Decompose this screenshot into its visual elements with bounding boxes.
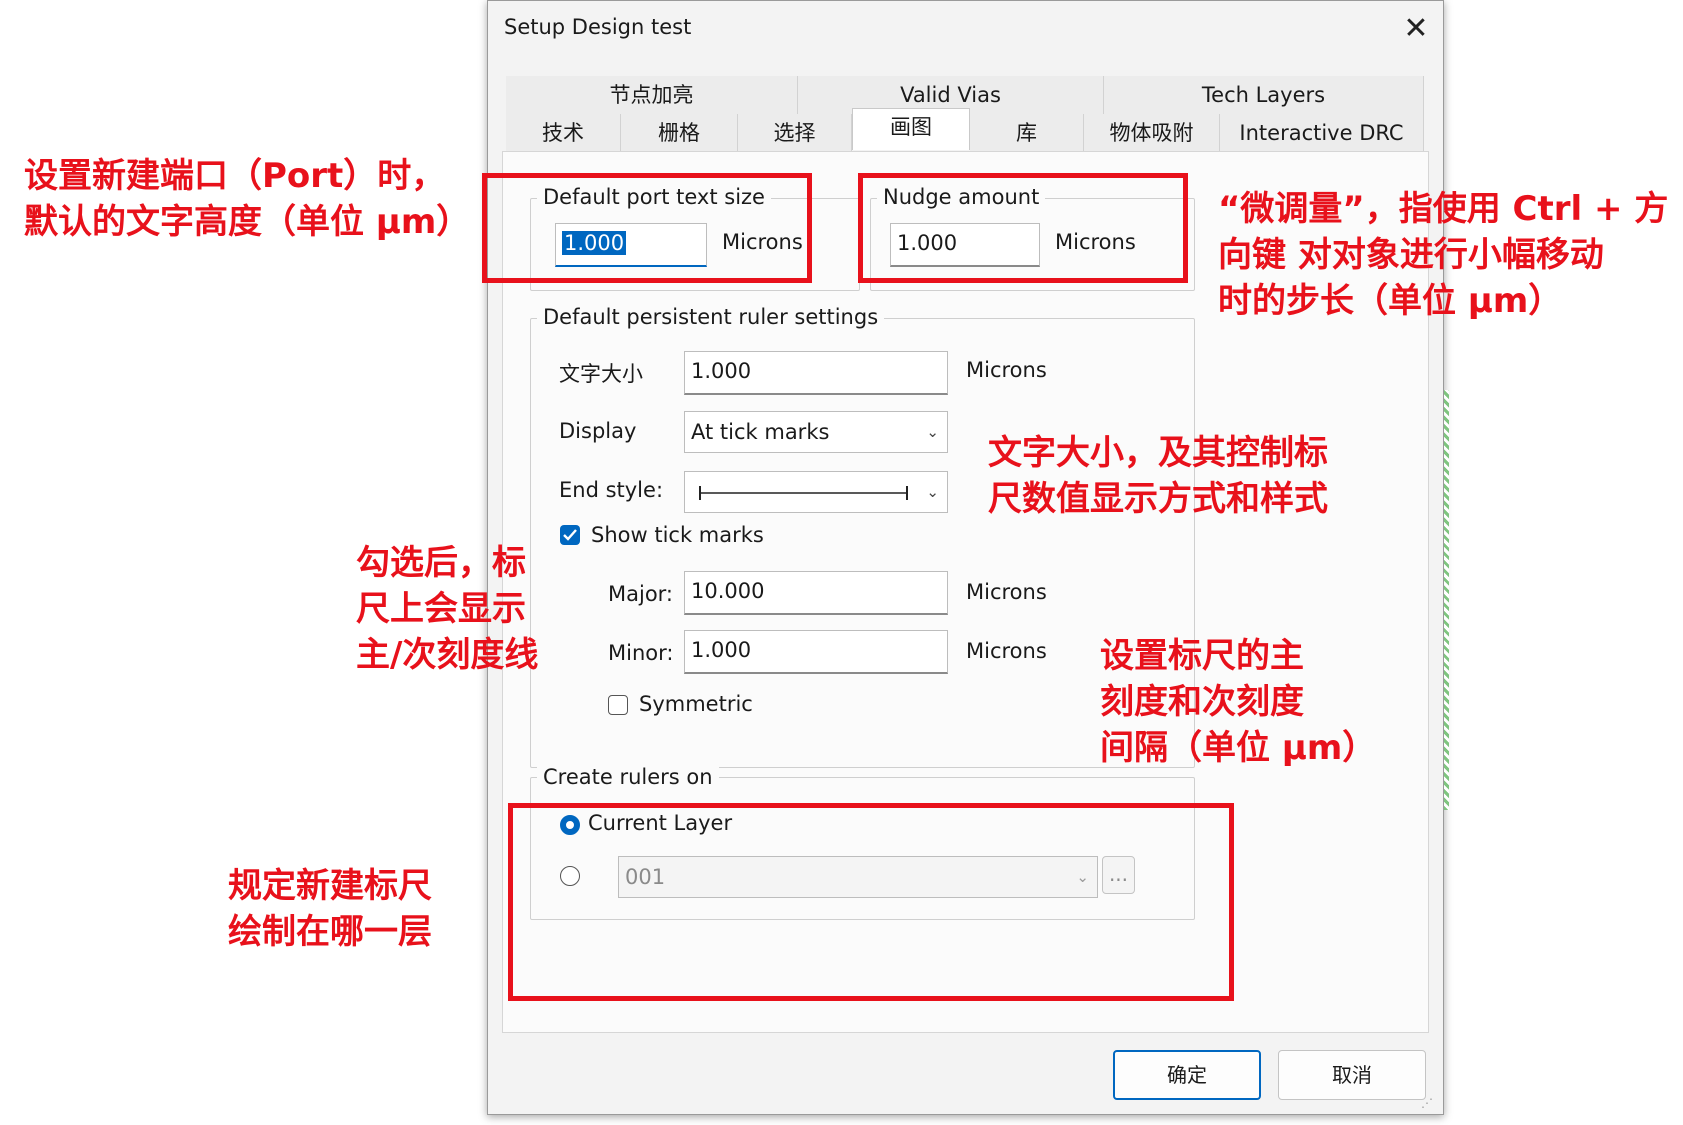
display-select-value: At tick marks [691,420,830,444]
annotation-text-size: 文字大小，及其控制标 尺数值显示方式和样式 [988,430,1328,522]
annotation-line: 刻度和次刻度 [1100,682,1304,722]
tab-row-bottom: 技术 栅格 选择 画图 库 物体吸附 Interactive DRC [506,108,1424,154]
tab-library[interactable]: 库 [970,114,1084,152]
highlight-nudge [858,173,1188,283]
minor-unit: Microns [966,639,1047,663]
tab-selection[interactable]: 选择 [738,114,852,152]
annotation-line: 规定新建标尺 [228,866,432,906]
background-window-edge [1444,390,1449,810]
symmetric-checkbox[interactable] [608,695,628,715]
tab-technology[interactable]: 技术 [506,114,621,152]
symmetric-label: Symmetric [639,692,753,716]
text-size-input[interactable]: 1.000 [684,351,948,395]
tab-drawing[interactable]: 画图 [852,108,970,150]
annotation-layer: 规定新建标尺 绘制在哪一层 [228,863,432,955]
end-style-label: End style: [559,478,664,502]
tab-object-snap[interactable]: 物体吸附 [1084,114,1220,152]
tab-interactive-drc[interactable]: Interactive DRC [1220,114,1424,152]
major-input[interactable]: 10.000 [684,571,948,615]
annotation-line: 绘制在哪一层 [228,912,432,952]
chevron-down-icon: ⌄ [926,483,939,501]
text-size-unit: Microns [966,358,1047,382]
annotation-line: 尺上会显示 [356,589,526,629]
major-label: Major: [608,582,674,606]
annotation-line: 时的步长（单位 μm） [1218,281,1563,321]
ok-button[interactable]: 确定 [1113,1050,1261,1100]
display-select[interactable]: At tick marks ⌄ [684,411,948,453]
tab-grid[interactable]: 栅格 [621,114,738,152]
annotation-line: 设置新建端口（Port）时， [24,156,446,196]
chevron-down-icon: ⌄ [926,423,939,441]
annotation-spacing: 设置标尺的主 刻度和次刻度 间隔（单位 μm） [1100,633,1376,771]
ruler-settings-label: Default persistent ruler settings [537,305,885,329]
resize-grip-icon[interactable]: ⋰ [1421,1096,1435,1110]
tab-tech-layers[interactable]: Tech Layers [1104,76,1424,114]
show-tick-marks-label: Show tick marks [591,523,764,547]
annotation-line: 勾选后，标 [356,543,526,583]
annotation-line: 文字大小，及其控制标 [988,433,1328,473]
annotation-line: 设置标尺的主 [1100,636,1304,676]
highlight-port-text [482,173,812,283]
annotation-ticks: 勾选后，标 尺上会显示 主/次刻度线 [356,540,538,678]
create-rulers-label: Create rulers on [537,765,719,789]
annotation-line: “微调量”，指使用 Ctrl + 方 [1218,189,1669,229]
close-icon[interactable]: ✕ [1396,9,1436,49]
display-label: Display [559,419,637,443]
checkmark-icon [563,529,577,541]
major-unit: Microns [966,580,1047,604]
cancel-button[interactable]: 取消 [1278,1050,1426,1100]
dialog-title: Setup Design test [504,15,692,39]
annotation-line: 默认的文字高度（单位 μm） [24,202,471,242]
minor-label: Minor: [608,641,674,665]
end-style-line-icon [699,486,908,500]
minor-input[interactable]: 1.000 [684,630,948,674]
annotation-line: 主/次刻度线 [356,635,539,675]
end-style-select[interactable]: ⌄ [684,471,948,513]
highlight-create-rulers [508,803,1234,1001]
text-size-label: 文字大小 [559,362,643,386]
annotation-port: 设置新建端口（Port）时， 默认的文字高度（单位 μm） [24,153,470,245]
annotation-line: 尺数值显示方式和样式 [988,479,1328,519]
show-tick-marks-checkbox[interactable] [560,525,580,545]
annotation-line: 向键 对对象进行小幅移动 [1218,235,1604,275]
tab-node-highlight[interactable]: 节点加亮 [506,76,798,114]
annotation-nudge: “微调量”，指使用 Ctrl + 方 向键 对对象进行小幅移动 时的步长（单位 … [1218,186,1668,324]
annotation-line: 间隔（单位 μm） [1100,728,1377,768]
